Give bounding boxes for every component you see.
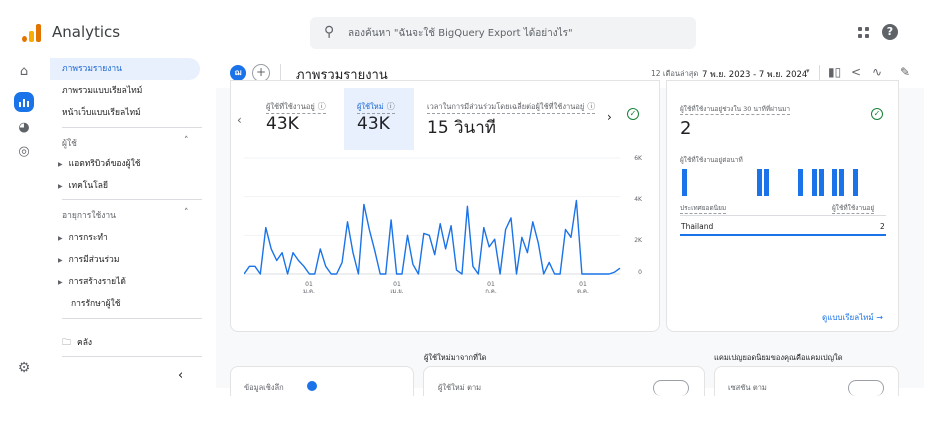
nav-divider: [62, 356, 202, 357]
explore-icon[interactable]: ◕: [15, 120, 33, 135]
realtime-bar[interactable]: [818, 169, 824, 196]
caret-right-icon: ▶: [58, 161, 63, 168]
date-range-label[interactable]: 12 เดือนล่าสุด: [651, 68, 698, 80]
table-header-active-users[interactable]: ผู้ใช้ที่ใช้งานอยู่: [832, 203, 875, 214]
card-toggle[interactable]: [848, 380, 884, 396]
search-icon: ⚲: [324, 24, 335, 40]
nav-item-realtime-overview[interactable]: ภาพรวมแบบเรียลไทม์: [50, 80, 200, 102]
table-header-country[interactable]: ประเทศยอดนิยม: [680, 203, 727, 214]
nav-section-lifecycle[interactable]: อายุการใช้งาน: [62, 208, 116, 222]
report-nav: ภาพรวมรายงาน ภาพรวมแบบเรียลไทม์ หน้าเว็บ…: [50, 56, 208, 396]
realtime-value: 2: [680, 118, 692, 139]
help-icon[interactable]: ⓘ: [318, 102, 326, 111]
realtime-bar[interactable]: [811, 169, 817, 196]
nav-divider: [62, 127, 202, 128]
realtime-bar[interactable]: [763, 169, 770, 196]
metric-label-engagement-time[interactable]: เวลาในการมีส่วนร่วมโดยเฉลี่ยต่อผู้ใช้ที่…: [427, 101, 596, 114]
metric-label-active-users[interactable]: ผู้ใช้ที่ใช้งานอยู่ ⓘ: [266, 101, 326, 114]
chevron-down-icon[interactable]: ▾: [806, 67, 810, 75]
section-title-new-users: ผู้ใช้ใหม่มาจากที่ใด: [424, 353, 487, 362]
new-users-card-label: ผู้ใช้ใหม่ ตาม: [438, 383, 482, 392]
search-box[interactable]: ⚲ ลองค้นหา "ฉันจะใช้ BigQuery Export ได้…: [310, 17, 696, 49]
chevron-right-icon[interactable]: ›: [607, 110, 612, 124]
edit-icon[interactable]: ✎: [900, 65, 910, 79]
caret-right-icon: ▶: [58, 183, 63, 190]
section-title-campaigns: แคมเปญยอดนิยมของคุณคือแคมเปญใด: [714, 353, 843, 362]
help-icon[interactable]: ?: [882, 24, 898, 40]
check-circle-icon[interactable]: ✓: [871, 108, 883, 120]
left-rail: ⌂ ◕ ◎ ⚙: [0, 56, 50, 396]
top-bar: Analytics ⚲ ลองค้นหา "ฉันจะใช้ BigQuery …: [0, 0, 940, 64]
app-title[interactable]: Analytics: [52, 23, 120, 41]
table-row-bar: [680, 234, 886, 236]
search-placeholder: ลองค้นหา "ฉันจะใช้ BigQuery Export ได้อย…: [348, 28, 573, 39]
realtime-bar[interactable]: [832, 169, 838, 196]
nav-item-retention[interactable]: การรักษาผู้ใช้: [71, 296, 120, 310]
check-circle-icon[interactable]: ✓: [627, 108, 639, 120]
caret-right-icon: ▶: [58, 257, 63, 264]
customize-report-icon[interactable]: ▮▯: [828, 65, 841, 79]
chevron-left-icon[interactable]: ‹: [237, 113, 242, 127]
date-range-value[interactable]: 7 พ.ย. 2023 - 7 พ.ย. 2024: [702, 67, 807, 81]
nav-section-user[interactable]: ผู้ใช้: [62, 136, 77, 150]
home-icon[interactable]: ⌂: [15, 64, 33, 79]
x-tick: 01 ต.ค.: [577, 281, 589, 295]
card-toggle[interactable]: [653, 380, 689, 396]
table-cell-country: Thailand: [681, 222, 714, 231]
caret-right-icon: ▶: [58, 235, 63, 242]
help-icon[interactable]: ⓘ: [387, 102, 395, 111]
nav-item-realtime-pages[interactable]: หน้าเว็บแบบเรียลไทม์: [50, 102, 200, 124]
new-users-line-chart[interactable]: [244, 150, 630, 280]
realtime-title[interactable]: ผู้ใช้ที่ใช้งานอยู่ช่วงใน 30 นาทีที่ผ่าน…: [680, 104, 790, 115]
analytics-logo-icon[interactable]: [22, 24, 42, 42]
series-line-0: [244, 199, 621, 275]
metric-value-engagement-time: 15 วินาที: [427, 118, 496, 138]
folder-icon: 🗀: [62, 338, 72, 348]
realtime-bar[interactable]: [757, 169, 763, 196]
insights-icon[interactable]: ∿: [872, 65, 882, 79]
collapse-nav-button[interactable]: ‹: [178, 368, 183, 383]
table-cell-users: 2: [880, 222, 885, 231]
x-tick: 01 ก.ค.: [485, 281, 497, 295]
realtime-bar[interactable]: [839, 169, 845, 196]
reports-icon[interactable]: [14, 92, 34, 112]
share-icon[interactable]: <: [851, 65, 861, 79]
gear-icon[interactable]: ⚙: [15, 360, 33, 376]
nav-item-monetization[interactable]: ▶ การสร้างรายได้: [58, 274, 126, 288]
help-icon[interactable]: ⓘ: [587, 102, 595, 111]
caret-right-icon: ▶: [58, 279, 63, 286]
metric-value-new-users: 43K: [357, 114, 390, 134]
nav-item-reports-snapshot[interactable]: ภาพรวมรายงาน: [50, 58, 200, 80]
metric-value-active-users: 43K: [266, 114, 299, 134]
x-tick: 01 เม.ย.: [390, 281, 404, 295]
nav-item-acquisition[interactable]: ▶ การกระทำ: [58, 230, 108, 244]
comparison-avatar[interactable]: ฌ: [230, 65, 246, 81]
table-divider: [680, 215, 886, 216]
campaign-card-label: เซสชัน ตาม: [728, 383, 767, 392]
realtime-per-minute-label: ผู้ใช้ที่ใช้งานอยู่ต่อนาที: [680, 156, 743, 164]
realtime-bar[interactable]: [852, 169, 858, 196]
chevron-up-icon[interactable]: ˄: [184, 208, 189, 218]
realtime-bar[interactable]: [681, 169, 688, 196]
insights-card-label: ข้อมูลเชิงลึก: [244, 383, 284, 392]
nav-divider: [62, 318, 202, 319]
nav-divider: [62, 199, 202, 200]
realtime-bar[interactable]: [798, 169, 804, 196]
view-realtime-link[interactable]: ดูแบบเรียลไทม์ →: [822, 311, 883, 324]
nav-item-engagement[interactable]: ▶ การมีส่วนร่วม: [58, 252, 119, 266]
header-divider: [819, 65, 820, 81]
insights-badge-icon: [307, 381, 317, 391]
metric-label-new-users[interactable]: ผู้ใช้ใหม่ ⓘ: [357, 101, 395, 114]
nav-item-user-attributes[interactable]: ▶ แอตทริบิวต์ของผู้ใช้: [58, 156, 141, 170]
apps-grid-icon[interactable]: [858, 27, 870, 39]
advertising-icon[interactable]: ◎: [15, 144, 33, 159]
nav-item-library[interactable]: 🗀 คลัง: [62, 335, 92, 351]
chevron-up-icon[interactable]: ˄: [184, 136, 189, 146]
x-tick: 01 ม.ค.: [303, 281, 315, 295]
nav-item-tech[interactable]: ▶ เทคโนโลยี: [58, 178, 108, 192]
